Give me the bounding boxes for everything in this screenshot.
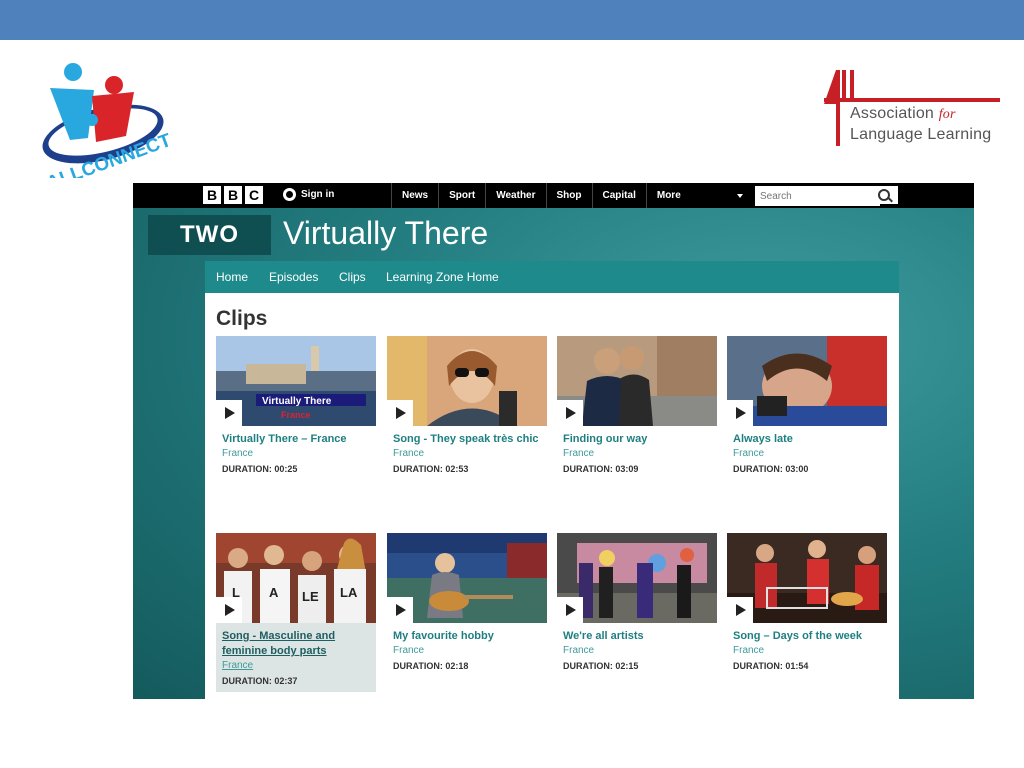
all-logo-line2: Language Learning (850, 126, 992, 143)
clip-title[interactable]: Song - They speak très chic (393, 432, 543, 447)
bbc-block-b1: B (203, 186, 221, 204)
search-input[interactable] (755, 187, 880, 206)
bbc-nav: News Sport Weather Shop Capital More (391, 183, 749, 208)
thumb-text-vt: Virtually There (262, 396, 332, 407)
clip-title[interactable]: Finding our way (563, 432, 713, 447)
thumb-letter-2: A (269, 585, 279, 600)
clip-card[interactable]: Song - They speak très chic France DURAT… (387, 336, 547, 480)
nav-capital[interactable]: Capital (591, 183, 646, 208)
clip-card[interactable]: We're all artists France DURATION: 02:15 (557, 533, 717, 677)
play-icon[interactable] (216, 597, 242, 623)
clip-subtitle[interactable]: France (563, 448, 717, 459)
clip-thumbnail[interactable] (557, 336, 717, 426)
clip-duration: DURATION: 00:25 (222, 464, 298, 474)
clip-duration: DURATION: 03:00 (733, 464, 809, 474)
allconnect-logo: ALLCONNECT (42, 63, 170, 178)
main-content: Home Episodes Clips Learning Zone Home C… (205, 261, 899, 699)
all-logo-line1: Association for (850, 105, 956, 123)
clip-subtitle[interactable]: France (222, 660, 376, 671)
clip-thumbnail[interactable] (387, 336, 547, 426)
clip-title[interactable]: Song - Masculine and feminine body parts (222, 629, 372, 659)
play-icon[interactable] (727, 597, 753, 623)
clip-title[interactable]: Always late (733, 432, 883, 447)
clip-title[interactable]: My favourite hobby (393, 629, 543, 644)
page-title: Clips (216, 307, 268, 330)
clip-duration: DURATION: 02:18 (393, 661, 469, 671)
clip-title[interactable]: Song – Days of the week (733, 629, 883, 644)
nav-more[interactable]: More (645, 183, 749, 208)
clip-duration: DURATION: 03:09 (563, 464, 639, 474)
nav-sport[interactable]: Sport (438, 183, 485, 208)
search-icon[interactable] (878, 189, 890, 201)
bbc-two-logo[interactable]: TWO (148, 215, 271, 255)
play-icon[interactable] (557, 597, 583, 623)
programme-subnav: Home Episodes Clips Learning Zone Home (205, 261, 899, 293)
thumb-letter-4: LA (340, 585, 358, 600)
programme-title[interactable]: Virtually There (283, 215, 488, 252)
subnav-home[interactable]: Home (216, 270, 248, 284)
all-logo-for: for (938, 107, 956, 122)
bbc-logo[interactable]: B B C (203, 186, 263, 204)
clip-title[interactable]: Virtually There – France (222, 432, 372, 447)
bbc-global-bar: B B C Sign in News Sport Weather Shop Ca… (133, 183, 974, 208)
clip-subtitle[interactable]: France (563, 645, 717, 656)
clip-thumbnail[interactable]: L A LE LA (216, 533, 376, 623)
clip-subtitle[interactable]: France (733, 448, 887, 459)
clip-thumbnail[interactable]: Virtually There France (216, 336, 376, 426)
play-icon[interactable] (387, 597, 413, 623)
clip-card[interactable]: My favourite hobby France DURATION: 02:1… (387, 533, 547, 677)
clip-subtitle[interactable]: France (393, 448, 547, 459)
clip-thumbnail[interactable] (727, 533, 887, 623)
sign-in-link[interactable]: Sign in (301, 189, 334, 200)
all-logo-association: Association (850, 105, 935, 122)
search-box (755, 186, 898, 206)
nav-shop[interactable]: Shop (545, 183, 592, 208)
clip-thumbnail[interactable] (727, 336, 887, 426)
clip-thumbnail[interactable] (387, 533, 547, 623)
bbc-block-c: C (245, 186, 263, 204)
clip-subtitle[interactable]: France (733, 645, 887, 656)
user-icon[interactable] (283, 188, 296, 201)
clip-thumbnail[interactable] (557, 533, 717, 623)
clip-title[interactable]: We're all artists (563, 629, 713, 644)
clip-card[interactable]: L A LE LA Song - Masculine and feminine … (216, 533, 376, 692)
slide-top-bar (0, 0, 1024, 40)
thumb-text-france: France (281, 410, 311, 420)
clip-card[interactable]: Always late France DURATION: 03:00 (727, 336, 887, 480)
bbc-screenshot: B B C Sign in News Sport Weather Shop Ca… (133, 183, 974, 699)
nav-news[interactable]: News (391, 183, 438, 208)
bbc-block-b2: B (224, 186, 242, 204)
clip-card[interactable]: Virtually There France Virtually There –… (216, 336, 376, 480)
play-icon[interactable] (727, 400, 753, 426)
clip-duration: DURATION: 02:53 (393, 464, 469, 474)
clip-card[interactable]: Finding our way France DURATION: 03:09 (557, 336, 717, 480)
play-icon[interactable] (387, 400, 413, 426)
clip-subtitle[interactable]: France (222, 448, 376, 459)
clip-duration: DURATION: 02:37 (222, 676, 298, 686)
subnav-learning-zone[interactable]: Learning Zone Home (386, 270, 499, 284)
clip-duration: DURATION: 01:54 (733, 661, 809, 671)
play-icon[interactable] (216, 400, 242, 426)
clip-subtitle[interactable]: France (393, 645, 547, 656)
clip-card[interactable]: Song – Days of the week France DURATION:… (727, 533, 887, 677)
thumb-letter-3: LE (302, 589, 319, 604)
nav-weather[interactable]: Weather (485, 183, 545, 208)
subnav-clips[interactable]: Clips (339, 270, 366, 284)
clip-duration: DURATION: 02:15 (563, 661, 639, 671)
subnav-episodes[interactable]: Episodes (269, 270, 318, 284)
play-icon[interactable] (557, 400, 583, 426)
